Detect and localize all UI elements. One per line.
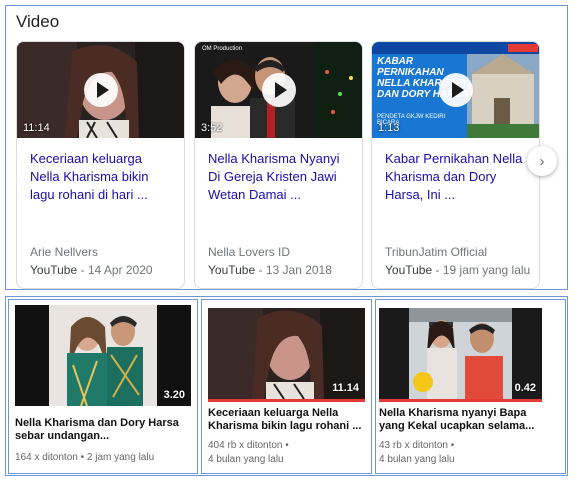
video-source: YouTube <box>208 263 256 277</box>
video-list-item[interactable]: 3.20 Nella Kharisma dan Dory Harsa sebar… <box>8 299 198 474</box>
video-meta-views: 43 rb x ditonton • <box>379 440 455 451</box>
video-thumbnail[interactable]: 11:14 <box>17 42 184 138</box>
video-list-item[interactable]: 0.42 Nella Kharisma nyanyi Bapa yang Kek… <box>375 299 566 474</box>
video-thumbnail[interactable]: OM Production 3:52 <box>195 42 362 138</box>
video-card[interactable]: 11:14 Keceriaan keluarga Nella Kharisma … <box>16 41 185 289</box>
video-card[interactable]: OM Production 3:52 Nella Kharisma Nyanyi… <box>194 41 363 289</box>
video-title-link[interactable]: Nella Kharisma nyanyi Bapa yang Kekal uc… <box>379 407 547 433</box>
video-title-link[interactable]: Kabar Pernikahan Nella Kharisma dan Dory… <box>385 150 530 204</box>
video-meta-views: 404 rb x ditonton • <box>208 440 289 451</box>
chevron-right-icon: › <box>539 152 545 170</box>
video-meta-age: 4 bulan yang lalu <box>379 454 455 465</box>
video-title-link[interactable]: Keceriaan keluarga Nella Kharisma bikin … <box>30 150 175 204</box>
play-button-icon[interactable] <box>439 73 473 107</box>
video-meta: 164 x ditonton • 2 jam yang lalu <box>15 452 155 463</box>
video-channel: TribunJatim Official <box>385 245 488 259</box>
video-list-item[interactable]: 11.14 Keceriaan keluarga Nella Kharisma … <box>201 299 372 474</box>
video-panel: Video 11:14 Keceriaan keluarga Nella Kha… <box>5 5 568 290</box>
video-duration: 1:13 <box>378 122 400 134</box>
video-meta-age: 4 bulan yang lalu <box>208 454 284 465</box>
video-card[interactable]: KABAR PERNIKAHAN NELLA KHARISMA DAN DORY… <box>371 41 540 289</box>
play-button-icon[interactable] <box>262 73 296 107</box>
carousel-next-button[interactable]: › <box>527 146 557 176</box>
video-title-link[interactable]: Nella Kharisma dan Dory Harsa sebar unda… <box>15 417 191 443</box>
video-date: 14 Apr 2020 <box>87 263 153 277</box>
video-date: 13 Jan 2018 <box>265 263 332 277</box>
video-channel: Nella Lovers ID <box>208 245 291 259</box>
video-source: YouTube <box>30 263 78 277</box>
thumbnail-caption: OM Production <box>202 46 243 52</box>
video-title-link[interactable]: Nella Kharisma Nyanyi Di Gereja Kristen … <box>208 150 353 204</box>
video-title-link[interactable]: Keceriaan keluarga Nella Kharisma bikin … <box>208 407 368 433</box>
video-duration: 11.14 <box>332 382 359 394</box>
video-meta: YouTube - 14 Apr 2020 <box>30 263 153 277</box>
video-duration: 11:14 <box>23 122 50 134</box>
video-progress-bar <box>208 399 365 402</box>
video-meta: YouTube - 13 Jan 2018 <box>208 263 332 277</box>
play-button-icon[interactable] <box>84 73 118 107</box>
video-channel: Arie Nellvers <box>30 245 99 259</box>
video-thumbnail[interactable]: 11.14 <box>208 308 365 399</box>
video-duration: 0.42 <box>514 382 536 394</box>
video-duration: 3.20 <box>163 389 185 401</box>
video-thumbnail[interactable]: KABAR PERNIKAHAN NELLA KHARISMA DAN DORY… <box>372 42 539 138</box>
video-thumbnail[interactable]: 0.42 <box>379 308 542 399</box>
video-thumbnail[interactable]: 3.20 <box>15 305 191 406</box>
video-meta: YouTube - 19 jam yang lalu <box>385 263 531 277</box>
video-source: YouTube <box>385 263 433 277</box>
video-duration: 3:52 <box>201 122 223 134</box>
section-title: Video <box>16 12 60 31</box>
video-date: 19 jam yang lalu <box>442 263 531 277</box>
video-progress-bar <box>379 399 542 402</box>
